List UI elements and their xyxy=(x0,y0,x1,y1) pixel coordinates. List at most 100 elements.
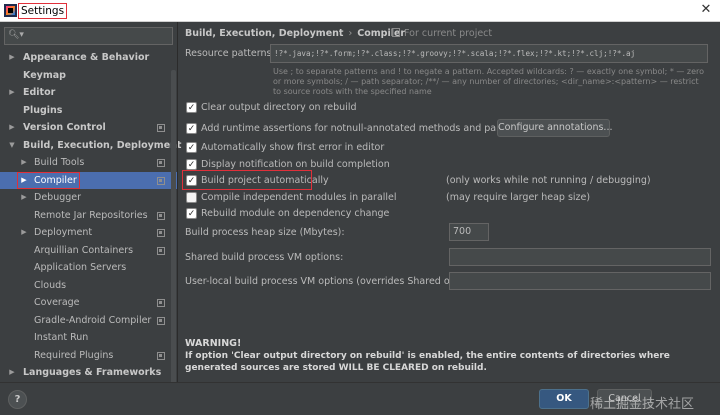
sidebar-item-debugger[interactable]: ▶ Debugger xyxy=(0,189,177,207)
expand-arrow-down-icon[interactable]: ▼ xyxy=(7,137,17,155)
build-automatically-highlight xyxy=(182,170,312,190)
shared-vm-options-label: Shared build process VM options: xyxy=(185,252,344,263)
watermark: 稀土掘金技术社区 xyxy=(590,397,695,412)
project-scope-icon xyxy=(157,316,165,325)
compiler-settings-panel: Build, Execution, Deployment › Compiler Fo… xyxy=(178,22,720,382)
project-scope-icon xyxy=(157,159,165,167)
sidebar-item-label: Clouds xyxy=(34,279,67,291)
checkbox[interactable]: ✓ xyxy=(186,142,197,153)
sidebar-item-plugins[interactable]: Plugins xyxy=(0,102,177,120)
expand-arrow-right-icon[interactable]: ▶ xyxy=(7,119,17,137)
sidebar-item-remote-jar-repositories[interactable]: Remote Jar Repositories xyxy=(0,207,177,225)
sidebar-item-editor[interactable]: ▶ Editor xyxy=(0,84,177,102)
checkbox[interactable]: ✓ xyxy=(186,159,197,170)
project-scope-icon xyxy=(157,351,165,360)
option-label: Rebuild module on dependency change xyxy=(201,208,390,219)
sidebar-item-label: Deployment xyxy=(34,227,93,238)
sidebar-item-label: Gradle-Android Compiler xyxy=(34,314,152,326)
checkbox[interactable]: ✓ xyxy=(186,102,197,113)
resource-patterns-hint: Use ; to separate patterns and ! to nega… xyxy=(273,67,705,96)
sidebar-item-gradle-android-compiler[interactable]: Gradle-Android Compiler xyxy=(0,312,177,330)
sidebar-item-label: Coverage xyxy=(34,297,80,308)
heap-size-label: Build process heap size (Mbytes): xyxy=(185,227,345,238)
help-button[interactable]: ? xyxy=(8,390,27,409)
sidebar-item-build-execution-deployment[interactable]: ▼ Build, Execution, Deployment xyxy=(0,137,181,155)
tree-scrollbar[interactable] xyxy=(171,70,176,395)
project-scope-icon xyxy=(157,299,165,307)
expand-arrow-right-icon[interactable]: ▶ xyxy=(19,154,29,172)
compiler-highlight xyxy=(17,171,80,189)
checkbox[interactable] xyxy=(186,192,197,203)
user-vm-options-input[interactable] xyxy=(449,272,711,290)
sidebar-item-deployment[interactable]: ▶ Deployment xyxy=(0,224,177,242)
sidebar-item-label: Version Control xyxy=(23,122,106,133)
option-label: Compile independent modules in parallel xyxy=(201,192,397,203)
checkbox[interactable]: ✓ xyxy=(186,208,197,219)
breadcrumb-separator: › xyxy=(348,28,353,39)
sidebar-item-application-servers[interactable]: Application Servers xyxy=(0,259,177,277)
breadcrumb: Build, Execution, Deployment › Compiler xyxy=(185,27,405,41)
sidebar-item-appearance-behavior[interactable]: ▶ Appearance & Behavior xyxy=(0,49,177,67)
sidebar-item-build-tools[interactable]: ▶ Build Tools xyxy=(0,154,177,172)
dialog-footer: ? OK Cancel 稀土掘金技术社区 xyxy=(0,382,720,415)
sidebar-item-keymap[interactable]: Keymap xyxy=(0,67,177,85)
settings-search-box[interactable]: 🔍︎▾ xyxy=(4,27,173,45)
project-scope-icon xyxy=(157,176,165,185)
expand-arrow-right-icon[interactable]: ▶ xyxy=(7,364,17,382)
heap-size-input[interactable]: 700 xyxy=(449,223,489,241)
sidebar-item-label: Debugger xyxy=(34,192,82,203)
project-scope-icon xyxy=(157,246,165,255)
sidebar-item-label: Required Plugins xyxy=(34,349,114,361)
sidebar-item-label: Build, Execution, Deployment xyxy=(23,139,182,151)
title-bar: Settings ✕ xyxy=(0,0,720,22)
window-title: Settings xyxy=(18,3,68,19)
intellij-app-icon xyxy=(4,4,17,17)
user-vm-options-label: User-local build process VM options (ove… xyxy=(185,276,486,287)
sidebar-item-label: Remote Jar Repositories xyxy=(34,209,148,221)
settings-tree-panel: 🔍︎▾ ▶ Appearance & Behavior Keymap ▶ Editor P… xyxy=(0,22,181,395)
sidebar-item-label: Instant Run xyxy=(34,332,89,343)
settings-search-input[interactable] xyxy=(25,29,170,43)
sidebar-item-arquillian-containers[interactable]: Arquillian Containers xyxy=(0,242,177,260)
sidebar-item-label: Plugins xyxy=(23,104,63,116)
sidebar-item-label: Build Tools xyxy=(34,157,85,168)
sidebar-item-coverage[interactable]: Coverage xyxy=(0,294,177,312)
warning-text: If option 'Clear output directory on reb… xyxy=(185,351,670,373)
option-label: Add runtime assertions for notnull-annot… xyxy=(201,123,540,134)
checkbox[interactable]: ✓ xyxy=(186,123,197,134)
sidebar-item-version-control[interactable]: ▶ Version Control xyxy=(0,119,177,137)
sidebar-item-label: Arquillian Containers xyxy=(34,244,134,256)
option-label: Automatically show first error in editor xyxy=(201,142,385,153)
breadcrumb-part-1: Build, Execution, Deployment xyxy=(185,28,344,39)
expand-arrow-right-icon[interactable]: ▶ xyxy=(7,49,17,67)
sidebar-item-required-plugins[interactable]: Required Plugins xyxy=(0,347,177,365)
sidebar-item-clouds[interactable]: Clouds xyxy=(0,277,177,295)
expand-arrow-right-icon[interactable]: ▶ xyxy=(19,189,29,207)
project-scope-icon xyxy=(392,28,400,37)
window-close-button[interactable]: ✕ xyxy=(698,2,714,18)
shared-vm-options-input[interactable] xyxy=(449,248,711,266)
project-scope-icon xyxy=(157,124,165,132)
sidebar-item-compiler[interactable]: ▶ Compiler xyxy=(0,171,177,189)
option-label: Clear output directory on rebuild xyxy=(201,102,357,113)
sidebar-item-instant-run[interactable]: Instant Run xyxy=(0,329,177,347)
project-scope-icon xyxy=(157,229,165,237)
warning-title: WARNING! xyxy=(185,338,242,349)
scope-label: For current project xyxy=(404,28,493,39)
sidebar-item-label: Editor xyxy=(23,87,56,98)
sidebar-item-label: Application Servers xyxy=(34,262,127,273)
sidebar-item-label: Appearance & Behavior xyxy=(23,52,150,63)
configure-annotations-button[interactable]: Configure annotations... xyxy=(497,119,613,137)
sidebar-item-languages-frameworks[interactable]: ▶ Languages & Frameworks xyxy=(0,364,177,382)
sidebar-item-label: Keymap xyxy=(23,69,66,81)
ok-button[interactable]: OK xyxy=(539,389,589,409)
scope-indicator: For current project xyxy=(392,27,492,41)
resource-patterns-label: Resource patterns: xyxy=(185,48,275,59)
compile-parallel-note: (may require larger heap size) xyxy=(446,192,591,203)
search-icon: 🔍︎▾ xyxy=(8,30,24,40)
build-automatically-note: (only works while not running / debuggin… xyxy=(446,175,651,186)
expand-arrow-right-icon[interactable]: ▶ xyxy=(19,224,29,242)
expand-arrow-right-icon[interactable]: ▶ xyxy=(7,84,17,102)
resource-patterns-input[interactable]: !?*.java;!?*.form;!?*.class;!?*.groovy;!… xyxy=(270,44,708,63)
sidebar-item-label: Languages & Frameworks xyxy=(23,367,162,378)
